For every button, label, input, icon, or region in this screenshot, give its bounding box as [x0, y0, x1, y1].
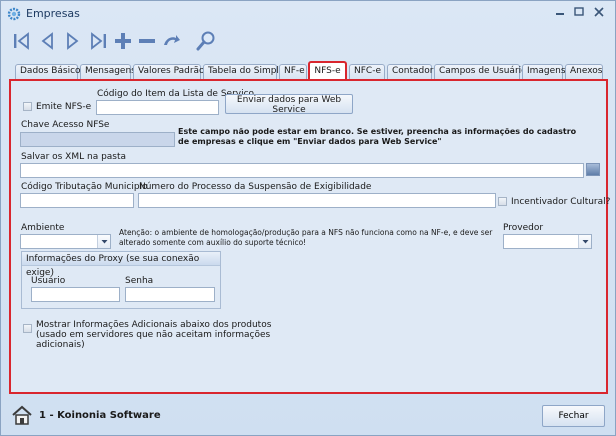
fechar-button[interactable]: Fechar	[542, 405, 605, 427]
codigo-tributacao-label: Código Tributação Municipio	[21, 182, 148, 192]
emite-nfse-label: Emite NFS-e	[36, 102, 92, 112]
tab-nfs-e[interactable]: NFS-e	[308, 61, 347, 80]
status-bar: 1 - Koinonia Software Fechar	[1, 397, 615, 435]
xml-folder-label: Salvar os XML na pasta	[21, 152, 127, 162]
nfse-panel: Emite NFS-e Código do Item da Lista de S…	[9, 79, 611, 394]
empresas-window: Empresas Dados Básicos Mensagens Valores…	[0, 0, 616, 436]
senha-label: Senha	[125, 276, 154, 286]
tab-nf-e[interactable]: NF-e	[279, 64, 307, 79]
home-icon	[11, 404, 33, 426]
tab-nfc-e[interactable]: NFC-e	[349, 64, 385, 79]
enviar-web-service-button[interactable]: Enviar dados para Web Service	[225, 94, 353, 115]
emite-nfse-checkbox[interactable]	[23, 102, 32, 111]
company-name: 1 - Koinonia Software	[39, 410, 161, 421]
ambiente-label: Ambiente	[21, 223, 65, 233]
tab-imagens[interactable]: Imagens	[522, 64, 566, 79]
chevron-down-icon	[97, 235, 110, 248]
tab-anexos[interactable]: Anexos	[565, 64, 603, 79]
tab-tabela-do-simples[interactable]: Tabela do Simples	[203, 64, 289, 79]
tab-valores-padrao[interactable]: Valores Padrão	[133, 64, 205, 79]
undo-icon[interactable]	[160, 30, 182, 52]
codigo-item-input[interactable]	[96, 100, 219, 115]
gear-app-icon	[7, 7, 21, 21]
mostrar-info-adicionais-checkbox[interactable]	[23, 324, 32, 333]
minimize-icon[interactable]	[553, 6, 567, 18]
first-record-icon[interactable]	[11, 30, 33, 52]
tab-mensagens[interactable]: Mensagens	[80, 64, 136, 79]
tab-contador[interactable]: Contador	[387, 64, 433, 79]
provedor-label: Provedor	[503, 223, 544, 233]
chevron-down-icon	[578, 235, 591, 248]
tab-strip: Dados Básicos Mensagens Valores Padrão T…	[15, 61, 605, 80]
browse-folder-icon[interactable]	[586, 163, 600, 176]
provedor-select[interactable]	[503, 234, 592, 249]
ambiente-select[interactable]	[20, 234, 111, 249]
previous-record-icon[interactable]	[37, 30, 59, 52]
next-record-icon[interactable]	[61, 30, 83, 52]
ambiente-note: Atenção: o ambiente de homologação/produ…	[119, 228, 493, 247]
xml-folder-input[interactable]	[20, 163, 584, 178]
tab-campos-de-usuarios[interactable]: Campos de Usuários	[434, 64, 531, 79]
proxy-group-title: Informações do Proxy (se sua conexão exi…	[22, 252, 220, 278]
chave-warning-text: Este campo não pode estar em branco. Se …	[178, 127, 577, 146]
title-bar: Empresas	[1, 1, 615, 27]
chave-acesso-input[interactable]	[20, 132, 175, 147]
usuario-label: Usuário	[31, 276, 66, 286]
tab-dados-basicos[interactable]: Dados Básicos	[15, 64, 85, 79]
numero-processo-label: Número do Processo da Suspensão de Exigi…	[139, 182, 372, 192]
search-icon[interactable]	[195, 30, 217, 52]
incentivador-cultural-label: Incentivador Cultural?	[511, 197, 611, 207]
numero-processo-input[interactable]	[138, 193, 496, 208]
usuario-input[interactable]	[31, 287, 120, 302]
senha-input[interactable]	[125, 287, 215, 302]
chave-acesso-label: Chave Acesso NFSe	[21, 120, 110, 130]
proxy-group: Informações do Proxy (se sua conexão exi…	[21, 251, 221, 309]
maximize-icon[interactable]	[572, 6, 586, 18]
close-window-icon[interactable]	[592, 6, 606, 18]
window-title: Empresas	[26, 7, 80, 20]
last-record-icon[interactable]	[87, 30, 109, 52]
remove-icon[interactable]	[136, 30, 158, 52]
add-icon[interactable]	[112, 30, 134, 52]
codigo-tributacao-input[interactable]	[20, 193, 134, 208]
incentivador-cultural-checkbox[interactable]	[498, 197, 507, 206]
mostrar-info-adicionais-label: Mostrar Informações Adicionais abaixo do…	[36, 320, 272, 350]
